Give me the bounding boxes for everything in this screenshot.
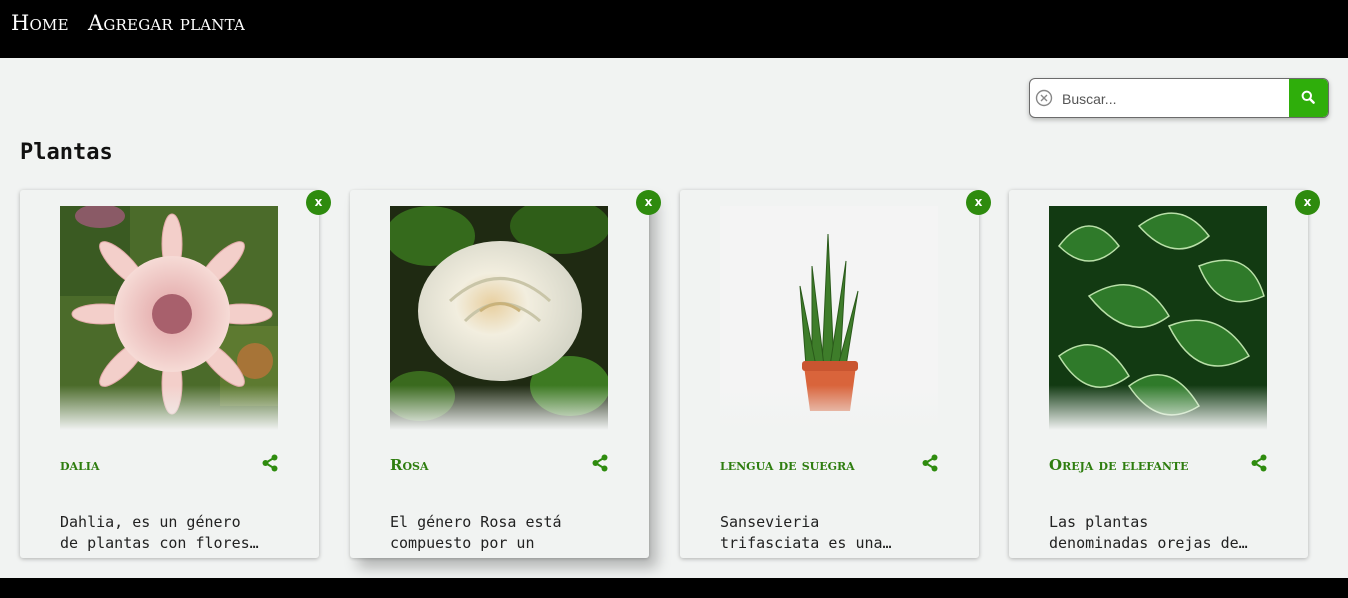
top-navbar: Home Agregar planta: [0, 0, 1348, 58]
share-icon[interactable]: [261, 454, 279, 472]
search-icon: [1301, 90, 1315, 104]
search-box: [1029, 78, 1329, 118]
plant-card: x Oreja de elefante Las plantas denomina…: [1009, 190, 1320, 558]
share-icon[interactable]: [591, 454, 609, 472]
plant-description: El género Rosa está compuesto por un: [390, 512, 610, 554]
share-icon[interactable]: [1250, 454, 1268, 472]
plant-image-elephant-ear: [1049, 206, 1267, 430]
plant-image-dahlia: [60, 206, 278, 430]
plant-image-rose: [390, 206, 608, 430]
description-line: trifasciata es una…: [720, 534, 892, 552]
plant-description: Dahlia, es un género de plantas con flor…: [60, 512, 280, 554]
plant-name: dalia: [60, 456, 100, 474]
plant-card: x Rosa El género Rosa está compuesto por…: [350, 190, 661, 558]
plant-name: Oreja de elefante: [1049, 456, 1189, 474]
description-line: El género Rosa está: [390, 513, 562, 531]
search-button[interactable]: [1289, 79, 1328, 117]
plant-card: x lengua de suegra Sansevieria trifascia…: [680, 190, 991, 558]
footer-bar: [0, 578, 1348, 598]
search-input[interactable]: [1060, 83, 1319, 115]
share-icon[interactable]: [921, 454, 939, 472]
nav-add-plant-link[interactable]: Agregar planta: [88, 11, 245, 35]
delete-plant-button[interactable]: x: [966, 190, 991, 215]
delete-plant-button[interactable]: x: [1295, 190, 1320, 215]
description-line: Dahlia, es un género: [60, 513, 241, 531]
description-line: Sansevieria: [720, 513, 820, 531]
plant-description: Sansevieria trifasciata es una…: [720, 512, 940, 554]
description-line: compuesto por un: [390, 534, 535, 552]
clear-icon[interactable]: [1035, 89, 1053, 107]
plant-card: x dalia Dahlia, es un género de plantas …: [20, 190, 331, 558]
nav-home-link[interactable]: Home: [11, 11, 69, 35]
description-line: de plantas con flores…: [60, 534, 259, 552]
page-title: Plantas: [20, 140, 113, 165]
description-line: Las plantas: [1049, 513, 1149, 531]
plant-name: lengua de suegra: [720, 456, 855, 474]
plant-image-snake-plant: [720, 206, 938, 430]
delete-plant-button[interactable]: x: [306, 190, 331, 215]
delete-plant-button[interactable]: x: [636, 190, 661, 215]
description-line: denominadas orejas de…: [1049, 534, 1248, 552]
plant-description: Las plantas denominadas orejas de…: [1049, 512, 1269, 554]
plant-name: Rosa: [390, 456, 429, 474]
